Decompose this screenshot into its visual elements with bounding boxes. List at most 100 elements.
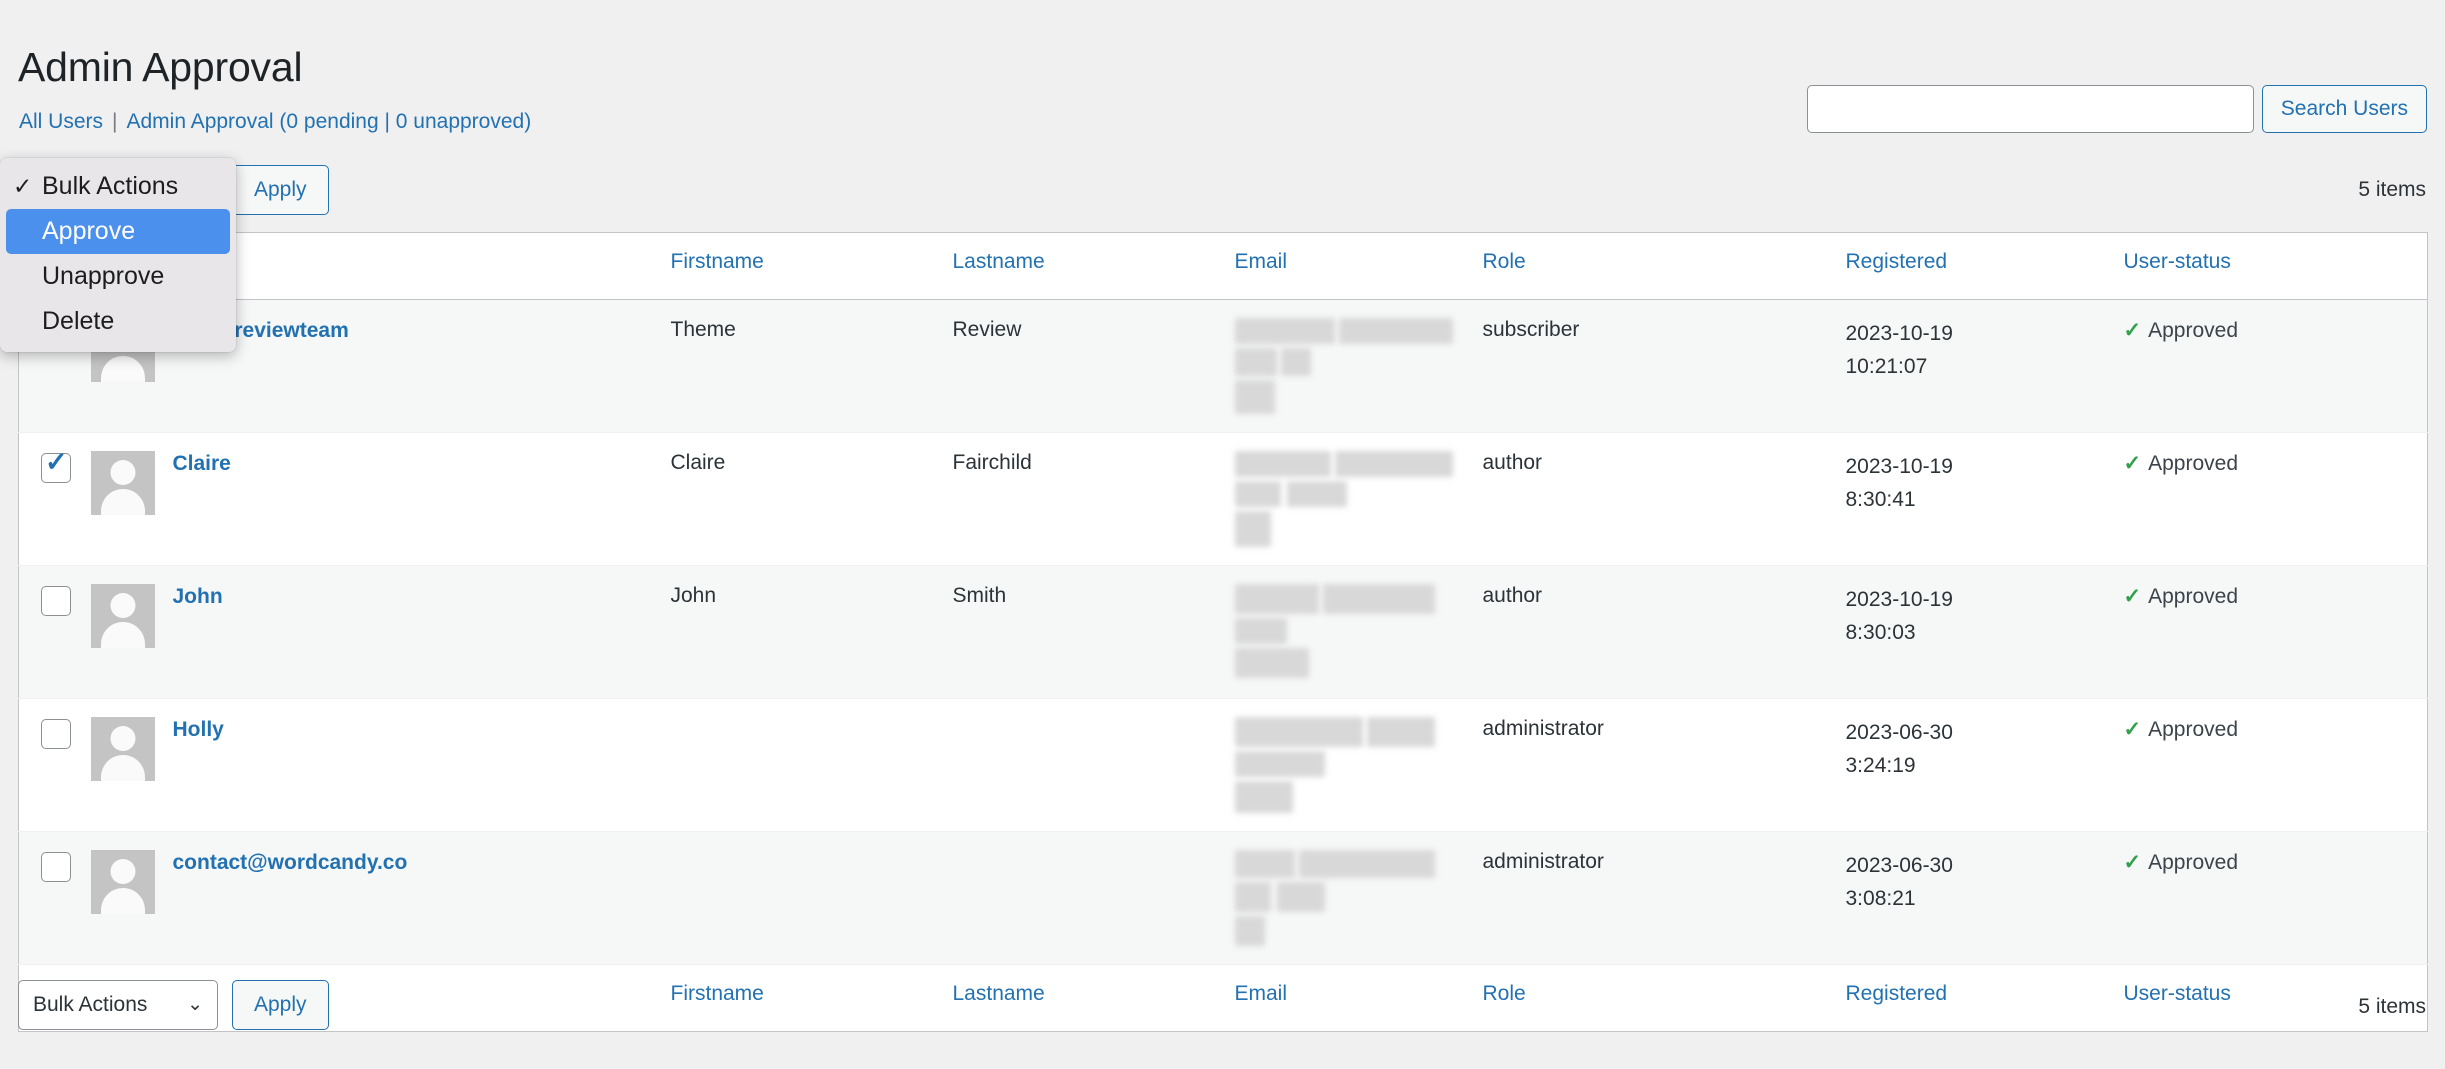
bulk-actions-dropdown-menu: ✓ Bulk Actions Approve Unapprove Delete bbox=[0, 158, 236, 352]
status-label: Approved bbox=[2148, 585, 2239, 608]
registered-time: 3:08:21 bbox=[1845, 886, 1916, 910]
items-count-bottom: 5 items bbox=[2358, 995, 2426, 1018]
row-checkbox[interactable] bbox=[41, 586, 71, 616]
username-link[interactable]: John bbox=[173, 584, 223, 608]
dropdown-option-unapprove[interactable]: Unapprove bbox=[0, 254, 236, 299]
breadcrumb-separator: | bbox=[112, 110, 118, 133]
dropdown-option-delete[interactable]: Delete bbox=[0, 299, 236, 344]
check-icon: ✓ bbox=[2123, 585, 2142, 608]
breadcrumb-all-users[interactable]: All Users bbox=[19, 110, 103, 133]
row-role: subscriber bbox=[1482, 318, 1580, 341]
search-input[interactable] bbox=[1806, 85, 2254, 133]
email-redacted bbox=[1234, 717, 1453, 813]
row-lastname: Review bbox=[952, 318, 1022, 341]
row-firstname: John bbox=[670, 584, 717, 607]
row-email bbox=[1234, 699, 1483, 832]
check-icon: ✓ bbox=[2123, 851, 2142, 874]
users-table-foot: Username Firstname Lastname Email Role R… bbox=[18, 964, 2428, 1032]
row-username-cell: Holly bbox=[90, 699, 671, 832]
row-email bbox=[1234, 300, 1483, 433]
breadcrumb: All Users | Admin Approval (0 pending | 0 … bbox=[19, 110, 531, 134]
row-lastname bbox=[953, 699, 1235, 832]
username-link[interactable]: contact@wordcandy.co bbox=[173, 850, 408, 874]
column-header-registered[interactable]: Registered bbox=[1846, 233, 2124, 300]
row-select-cell[interactable] bbox=[19, 832, 91, 965]
row-checkbox[interactable] bbox=[41, 447, 71, 483]
row-firstname: Theme bbox=[670, 318, 736, 341]
avatar bbox=[90, 717, 155, 781]
column-header-role[interactable]: Role bbox=[1483, 233, 1846, 300]
dropdown-option-approve[interactable]: Approve bbox=[6, 209, 230, 254]
table-row: Holly administrator 2023-06-30 3:24:19 ✓… bbox=[18, 699, 2428, 832]
status-badge: ✓ Approved bbox=[2124, 319, 2239, 342]
footer-column-lastname[interactable]: Lastname bbox=[953, 965, 1235, 1032]
column-header-user-status[interactable]: User-status bbox=[2124, 233, 2428, 300]
status-badge: ✓ Approved bbox=[2124, 718, 2239, 741]
status-label: Approved bbox=[2148, 452, 2239, 475]
apply-button-top[interactable]: Apply bbox=[232, 165, 329, 215]
row-username-cell: Claire bbox=[90, 433, 671, 566]
status-label: Approved bbox=[2148, 718, 2239, 741]
footer-column-firstname[interactable]: Firstname bbox=[671, 965, 953, 1032]
row-lastname bbox=[953, 832, 1235, 965]
row-role: administrator bbox=[1482, 850, 1604, 873]
username-link[interactable]: Holly bbox=[173, 717, 224, 741]
row-registered: 2023-10-19 10:21:07 bbox=[1846, 300, 2124, 433]
row-email bbox=[1234, 832, 1483, 965]
page-title: Admin Approval bbox=[18, 44, 303, 91]
footer-column-role[interactable]: Role bbox=[1483, 965, 1846, 1032]
status-badge: ✓ Approved bbox=[2124, 452, 2239, 475]
column-header-lastname[interactable]: Lastname bbox=[953, 233, 1235, 300]
status-label: Approved bbox=[2148, 851, 2239, 874]
column-header-email[interactable]: Email bbox=[1235, 233, 1483, 300]
users-table-body: themereviewteam Theme Review subscriber bbox=[18, 299, 2428, 965]
row-role: author bbox=[1482, 451, 1543, 474]
check-icon: ✓ bbox=[2123, 452, 2142, 475]
registered-time: 3:24:19 bbox=[1845, 753, 1916, 777]
row-email bbox=[1234, 566, 1483, 699]
dropdown-option-label: Approve bbox=[42, 217, 136, 245]
row-username-cell: contact@wordcandy.co bbox=[90, 832, 671, 965]
row-select-cell[interactable] bbox=[19, 566, 91, 699]
registered-time: 8:30:03 bbox=[1845, 620, 1916, 644]
row-user-status: ✓ Approved bbox=[2124, 300, 2428, 433]
row-select-cell[interactable] bbox=[19, 699, 91, 832]
row-checkbox[interactable] bbox=[41, 852, 71, 882]
avatar bbox=[90, 451, 155, 515]
breadcrumb-admin-approval[interactable]: Admin Approval (0 pending | 0 unapproved… bbox=[126, 110, 531, 133]
row-registered: 2023-06-30 3:24:19 bbox=[1846, 699, 2124, 832]
bulk-actions-select-bottom[interactable]: Bulk Actions ⌄ bbox=[18, 980, 218, 1030]
bulk-actions-select-bottom-label: Bulk Actions bbox=[33, 993, 148, 1016]
email-redacted bbox=[1234, 318, 1453, 414]
footer-column-email[interactable]: Email bbox=[1235, 965, 1483, 1032]
table-footer-row: Username Firstname Lastname Email Role R… bbox=[18, 964, 2428, 1032]
table-row: themereviewteam Theme Review subscriber bbox=[18, 299, 2428, 433]
row-lastname: Smith bbox=[952, 584, 1007, 607]
status-badge: ✓ Approved bbox=[2124, 585, 2239, 608]
admin-approval-page: Admin Approval All Users | Admin Approval … bbox=[0, 0, 2445, 1069]
search-users-button[interactable]: Search Users bbox=[2261, 85, 2427, 133]
search-box: Search Users bbox=[1806, 85, 2427, 133]
dropdown-option-label: Unapprove bbox=[42, 262, 165, 290]
registered-date: 2023-06-30 bbox=[1845, 721, 1953, 744]
check-icon: ✓ bbox=[2123, 319, 2142, 342]
email-redacted bbox=[1234, 451, 1453, 547]
table-row: Claire Claire Fairchild author 2 bbox=[18, 433, 2428, 566]
status-label: Approved bbox=[2148, 319, 2239, 342]
dropdown-option-label: Delete bbox=[42, 307, 115, 335]
username-link[interactable]: Claire bbox=[173, 451, 231, 475]
dropdown-option-bulk-actions[interactable]: ✓ Bulk Actions bbox=[0, 164, 236, 209]
column-header-firstname[interactable]: Firstname bbox=[671, 233, 953, 300]
items-count-top: 5 items bbox=[2358, 178, 2426, 201]
table-header-row: Username Firstname Lastname Email Role R… bbox=[18, 233, 2428, 300]
footer-column-registered[interactable]: Registered bbox=[1846, 965, 2124, 1032]
avatar bbox=[90, 584, 155, 648]
table-row: contact@wordcandy.co administrator 2023-… bbox=[18, 831, 2428, 965]
row-lastname: Fairchild bbox=[952, 451, 1032, 474]
row-select-cell[interactable] bbox=[19, 433, 91, 566]
apply-button-bottom[interactable]: Apply bbox=[232, 980, 329, 1030]
registered-date: 2023-10-19 bbox=[1845, 455, 1953, 478]
row-registered: 2023-10-19 8:30:03 bbox=[1846, 566, 2124, 699]
registered-date: 2023-06-30 bbox=[1845, 854, 1953, 877]
row-checkbox[interactable] bbox=[41, 719, 71, 749]
